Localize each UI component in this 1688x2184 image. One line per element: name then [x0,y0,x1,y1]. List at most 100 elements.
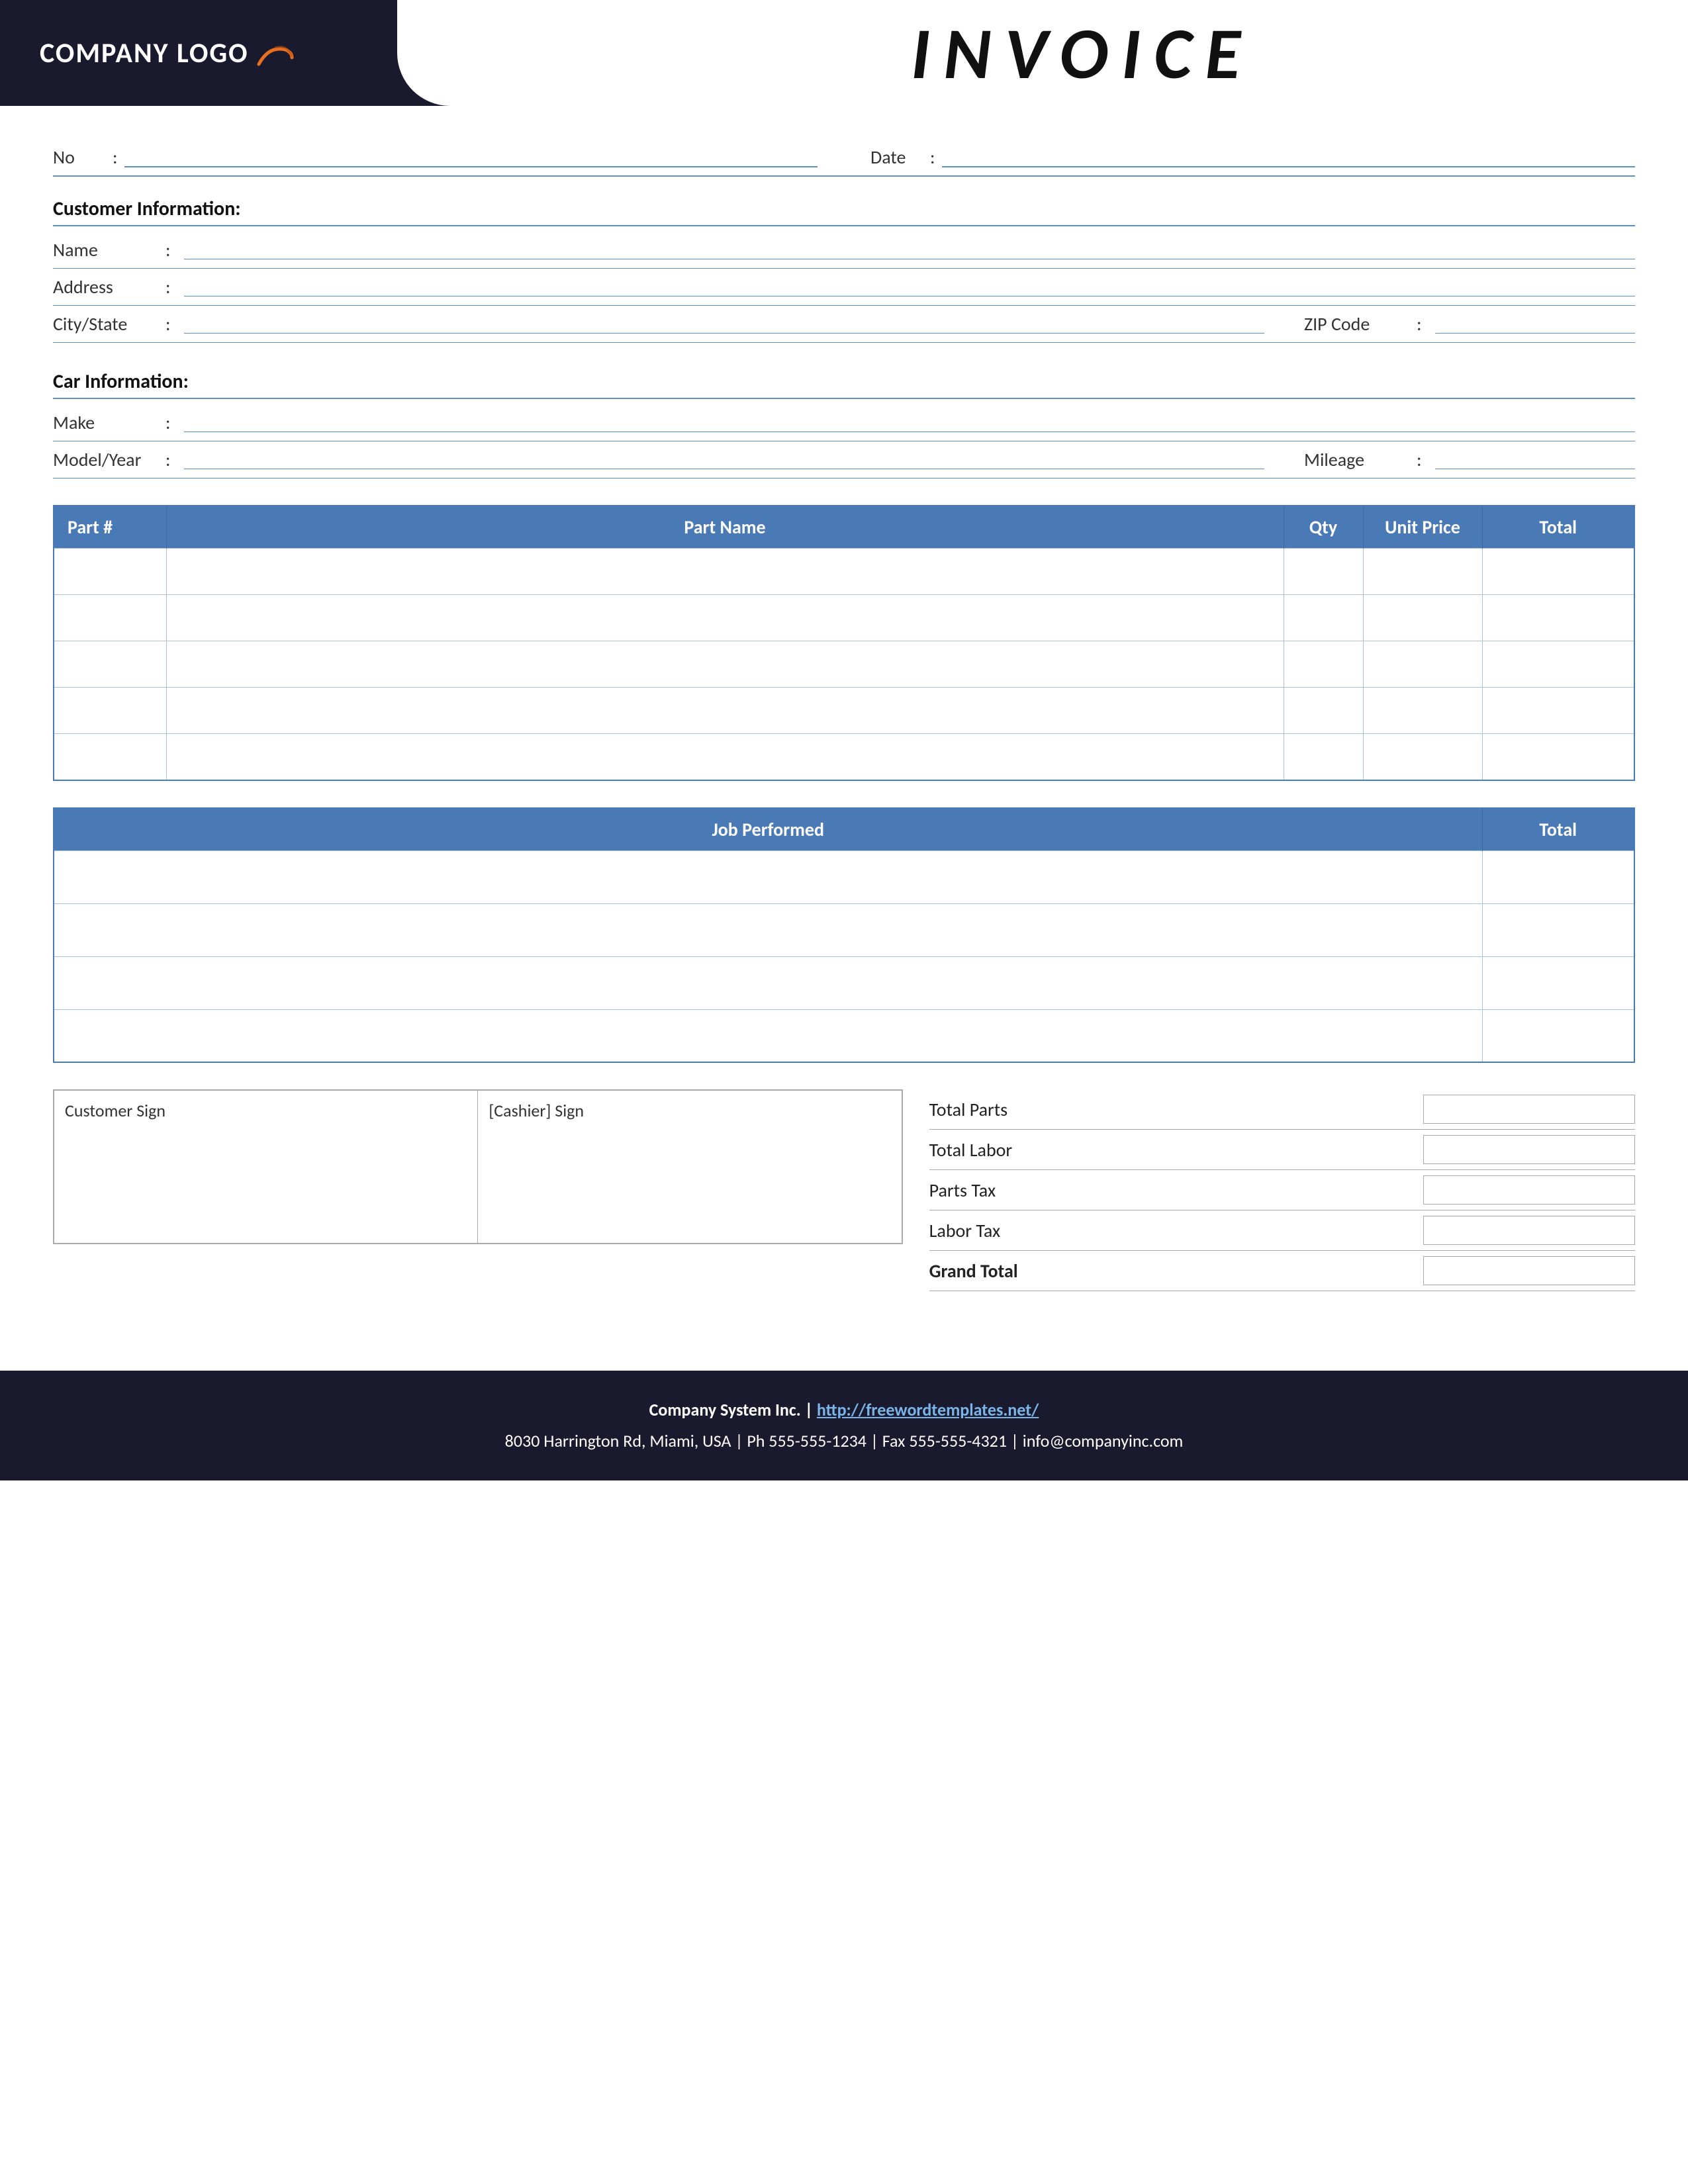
customer-address-label: Address [53,275,159,298]
parts-tax-value[interactable] [1423,1175,1635,1205]
table-row [54,956,1634,1009]
table-row [54,850,1634,903]
customer-sign-box[interactable]: Customer Sign [54,1091,478,1243]
part-num[interactable] [54,595,166,641]
parts-col-name: Part Name [166,506,1284,549]
part-unit-price[interactable] [1363,549,1482,595]
part-unit-price[interactable] [1363,688,1482,734]
car-model-row: Model/Year : Mileage : [53,441,1635,478]
table-row [54,595,1634,641]
customer-city-colon: : [165,312,171,336]
job-total[interactable] [1482,850,1634,903]
invoice-title: INVOICE [911,9,1254,98]
car-make-value[interactable] [184,414,1636,432]
job-total[interactable] [1482,1009,1634,1062]
job-performed[interactable] [54,1009,1482,1062]
grand-total-value[interactable] [1423,1256,1635,1285]
part-unit-price[interactable] [1363,641,1482,688]
footer-website-link[interactable]: http://freewordtemplates.net/ [817,1399,1039,1420]
customer-name-value[interactable] [184,241,1636,259]
job-total[interactable] [1482,956,1634,1009]
car-model-colon: : [165,448,171,471]
parts-table: Part # Part Name Qty Unit Price Total [53,505,1635,781]
footer-address: 8030 Harrington Rd, Miami, USA | Ph 555-… [13,1426,1675,1457]
part-unit-price[interactable] [1363,595,1482,641]
date-value-line [942,148,1636,167]
customer-zip-value[interactable] [1435,315,1636,334]
parts-tax-row: Parts Tax [929,1170,1635,1210]
labor-tax-label: Labor Tax [929,1219,1049,1242]
parts-table-body [54,549,1634,780]
job-total[interactable] [1482,903,1634,956]
part-num[interactable] [54,688,166,734]
part-num[interactable] [54,734,166,780]
labor-tax-value[interactable] [1423,1216,1635,1245]
part-qty[interactable] [1284,734,1363,780]
job-table: Job Performed Total [53,807,1635,1064]
total-labor-label: Total Labor [929,1138,1049,1161]
part-qty[interactable] [1284,595,1363,641]
top-fields-row: No : Date : [53,146,1635,177]
part-total[interactable] [1482,734,1634,780]
cashier-sign-box[interactable]: [Cashier] Sign [478,1091,901,1243]
total-labor-value[interactable] [1423,1135,1635,1164]
header: COMPANY LOGO INVOICE [0,0,1688,106]
footer-separator: | [805,1399,817,1420]
customer-address-group: Address : [53,275,1635,298]
table-row [54,641,1634,688]
car-make-group: Make : [53,411,1635,434]
car-make-colon: : [165,411,171,434]
customer-zip-label: ZIP Code [1304,312,1410,336]
job-performed[interactable] [54,903,1482,956]
customer-city-row: City/State : ZIP Code : [53,306,1635,343]
part-total[interactable] [1482,688,1634,734]
bottom-section: Customer Sign [Cashier] Sign Total Parts… [53,1089,1635,1291]
customer-address-value[interactable] [184,278,1636,296]
car-section-title: Car Information: [53,369,1635,399]
logo-area: COMPANY LOGO [0,0,397,106]
job-performed[interactable] [54,850,1482,903]
logo-label: COMPANY LOGO [40,36,249,70]
footer-line1: Company System Inc. | http://freewordtem… [13,1394,1675,1426]
footer-company-name: Company System Inc. [649,1399,801,1420]
total-parts-value[interactable] [1423,1095,1635,1124]
parts-col-unit: Unit Price [1363,506,1482,549]
customer-sign-label: Customer Sign [65,1100,165,1121]
parts-table-section: Part # Part Name Qty Unit Price Total [53,505,1635,781]
part-qty[interactable] [1284,549,1363,595]
total-labor-row: Total Labor [929,1130,1635,1170]
car-mileage-value[interactable] [1435,451,1636,469]
car-model-value[interactable] [184,451,1265,469]
part-total[interactable] [1482,641,1634,688]
job-table-body [54,850,1634,1062]
footer: Company System Inc. | http://freewordtem… [0,1371,1688,1480]
part-num[interactable] [54,641,166,688]
cashier-sign-label: [Cashier] Sign [489,1100,584,1121]
part-name[interactable] [166,549,1284,595]
customer-city-value[interactable] [184,315,1265,334]
date-colon: : [930,146,935,169]
part-total[interactable] [1482,549,1634,595]
part-unit-price[interactable] [1363,734,1482,780]
table-row [54,549,1634,595]
grand-total-row: Grand Total [929,1251,1635,1291]
parts-tax-label: Parts Tax [929,1179,1049,1202]
part-name[interactable] [166,595,1284,641]
parts-col-total: Total [1482,506,1634,549]
parts-col-part: Part # [54,506,166,549]
part-name[interactable] [166,641,1284,688]
part-name[interactable] [166,688,1284,734]
job-table-header-row: Job Performed Total [54,808,1634,851]
customer-city-group: City/State : [53,312,1264,336]
part-total[interactable] [1482,595,1634,641]
part-qty[interactable] [1284,641,1363,688]
parts-col-qty: Qty [1284,506,1363,549]
car-model-group: Model/Year : [53,448,1264,471]
part-name[interactable] [166,734,1284,780]
signatures-area: Customer Sign [Cashier] Sign [53,1089,903,1244]
job-performed[interactable] [54,956,1482,1009]
total-parts-row: Total Parts [929,1089,1635,1130]
part-qty[interactable] [1284,688,1363,734]
part-num[interactable] [54,549,166,595]
total-parts-label: Total Parts [929,1098,1049,1121]
